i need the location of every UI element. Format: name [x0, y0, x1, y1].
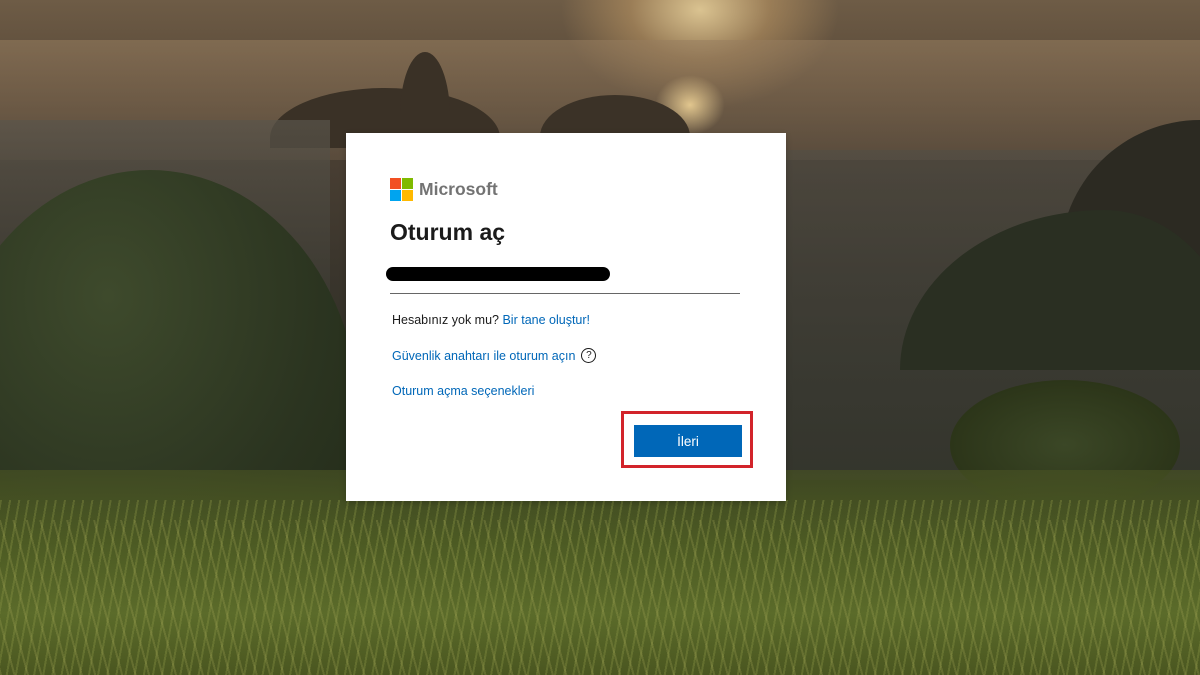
microsoft-logo-icon — [390, 178, 413, 201]
signin-card: Microsoft Oturum aç Hesabınız yok mu? Bi… — [346, 133, 786, 501]
signin-options-link[interactable]: Oturum açma seçenekleri — [392, 384, 534, 398]
microsoft-logo: Microsoft — [390, 178, 498, 201]
next-button[interactable]: İleri — [634, 425, 742, 457]
redaction-bar — [386, 267, 610, 281]
signin-options-row: Oturum açma seçenekleri — [392, 384, 534, 398]
microsoft-wordmark: Microsoft — [419, 179, 498, 199]
create-account-link[interactable]: Bir tane oluştur! — [502, 313, 590, 327]
security-key-link[interactable]: Güvenlik anahtarı ile oturum açın — [392, 349, 575, 363]
no-account-text: Hesabınız yok mu? — [392, 313, 503, 327]
help-icon[interactable]: ? — [581, 348, 597, 363]
security-key-row: Güvenlik anahtarı ile oturum açın ? — [392, 348, 597, 363]
page-title: Oturum aç — [390, 219, 506, 245]
no-account-row: Hesabınız yok mu? Bir tane oluştur! — [392, 313, 590, 327]
grass-blades-secondary — [0, 520, 1200, 675]
email-field-wrapper — [386, 261, 740, 294]
